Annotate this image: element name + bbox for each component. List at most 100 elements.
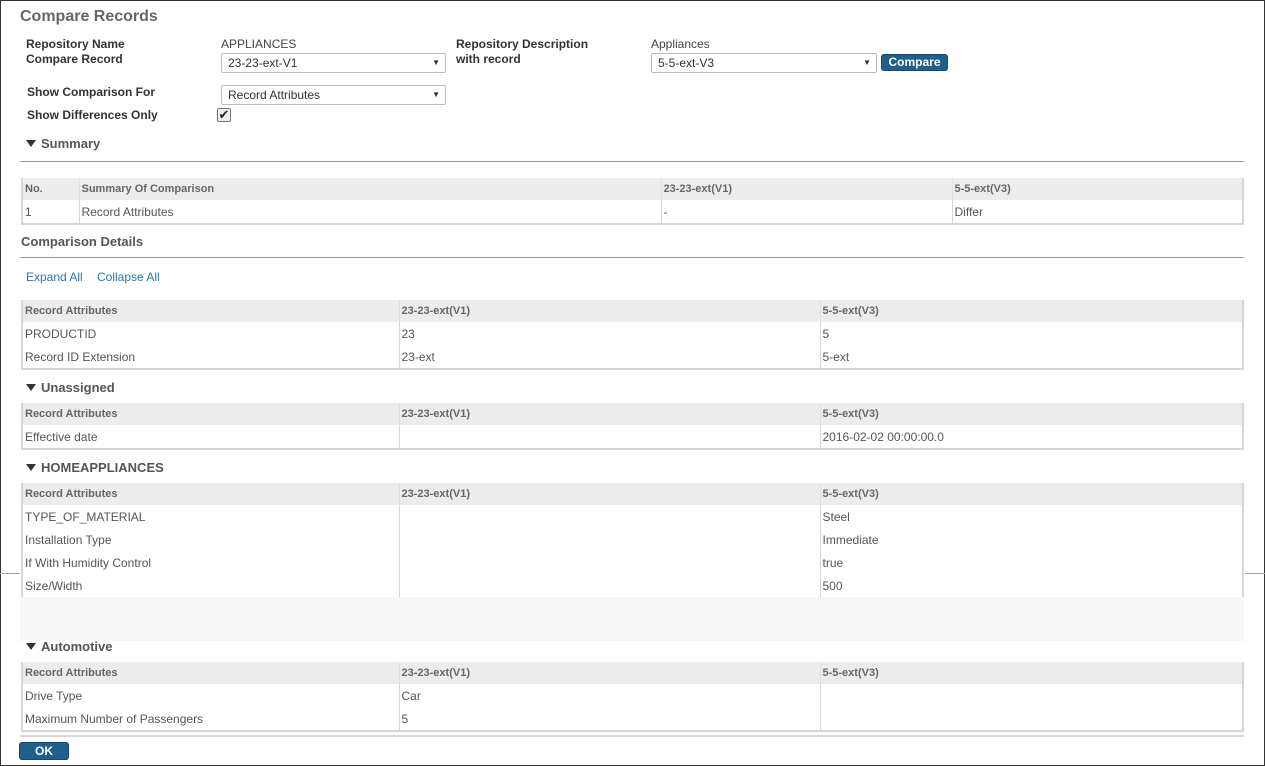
col-record-attributes: Record Attributes bbox=[22, 294, 399, 322]
attr-cell: Record ID Extension bbox=[25, 349, 136, 364]
col-record1: 23-23-ext(V1) bbox=[398, 656, 820, 684]
ok-button[interactable]: OK bbox=[19, 742, 69, 760]
attr-cell: Immediate bbox=[819, 528, 1243, 551]
attr-cell: Effective date bbox=[25, 429, 98, 444]
unassigned-heading: Unassigned bbox=[41, 380, 115, 395]
summary-table: No. Summary Of Comparison 23-23-ext(V1) … bbox=[21, 172, 1244, 225]
unassigned-table: Record Attributes 23-23-ext(V1) 5-5-ext(… bbox=[21, 397, 1244, 450]
attr-cell bbox=[398, 528, 820, 551]
attr-cell: 5 bbox=[819, 322, 1243, 345]
repository-name-label: Repository Name bbox=[26, 37, 125, 51]
attr-cell: true bbox=[819, 551, 1243, 574]
collapse-triangle-icon bbox=[26, 384, 36, 391]
comparison-details-heading: Comparison Details bbox=[21, 234, 144, 249]
table-row: Drive Type Car bbox=[22, 684, 1243, 707]
unassigned-section-header[interactable]: Unassigned bbox=[26, 380, 115, 395]
table-row: Size/Width 500 bbox=[22, 574, 1243, 598]
attr-cell: 23 bbox=[398, 322, 820, 345]
show-comparison-for-select[interactable]: Record Attributes ▼ bbox=[221, 85, 446, 105]
attr-cell: TYPE_OF_MATERIAL bbox=[25, 509, 146, 524]
attr-cell bbox=[819, 684, 1243, 707]
attr-cell: Size/Width bbox=[25, 578, 83, 593]
summary-cell: - bbox=[660, 200, 952, 224]
compare-button[interactable]: Compare bbox=[881, 54, 948, 71]
page-title: Compare Records bbox=[20, 8, 158, 25]
attr-cell bbox=[398, 551, 820, 574]
repository-description-value: Appliances bbox=[651, 37, 710, 51]
repository-description-label: Repository Description bbox=[456, 37, 589, 51]
attr-cell bbox=[398, 505, 820, 528]
expand-all-link[interactable]: Expand All bbox=[26, 270, 83, 284]
collapse-all-link[interactable]: Collapse All bbox=[97, 270, 160, 284]
collapse-triangle-icon bbox=[26, 643, 36, 650]
show-differences-only-label: Show Differences Only bbox=[27, 108, 158, 122]
attr-cell: If With Humidity Control bbox=[25, 555, 152, 570]
attr-cell bbox=[398, 574, 820, 598]
homeappliances-header-row: Record Attributes 23-23-ext(V1) 5-5-ext(… bbox=[22, 477, 1243, 505]
table-row: Record ID Extension 23-ext 5-ext bbox=[22, 345, 1243, 369]
attr-cell: 500 bbox=[819, 574, 1243, 598]
col-record2: 5-5-ext(V3) bbox=[819, 477, 1243, 505]
automotive-heading: Automotive bbox=[41, 639, 113, 654]
table-row: Maximum Number of Passengers 5 bbox=[22, 707, 1243, 731]
checkmark-icon: ✔ bbox=[218, 107, 230, 122]
col-record-attributes: Record Attributes bbox=[22, 656, 399, 684]
summary-cell: Differ bbox=[951, 200, 1243, 224]
attr-cell: 5-ext bbox=[819, 345, 1243, 369]
summary-heading: Summary bbox=[41, 136, 101, 151]
show-differences-only-checkbox[interactable]: ✔ bbox=[217, 108, 231, 122]
main-attributes-table: Record Attributes 23-23-ext(V1) 5-5-ext(… bbox=[21, 294, 1244, 370]
details-divider bbox=[20, 257, 1244, 258]
chevron-down-icon: ▼ bbox=[863, 58, 871, 67]
pane-separator bbox=[1245, 573, 1265, 574]
attr-cell bbox=[398, 425, 820, 449]
attr-cell: Steel bbox=[819, 505, 1243, 528]
summary-cell: Record Attributes bbox=[78, 200, 661, 224]
table-row: If With Humidity Control true bbox=[22, 551, 1243, 574]
col-record1: 23-23-ext(V1) bbox=[398, 477, 820, 505]
summary-divider bbox=[20, 161, 1244, 162]
with-record-select-value: 5-5-ext-V3 bbox=[658, 56, 715, 70]
col-record1: 23-23-ext(V1) bbox=[398, 397, 820, 425]
attr-cell: Installation Type bbox=[25, 532, 112, 547]
collapse-triangle-icon bbox=[26, 464, 36, 471]
compare-record-select[interactable]: 23-23-ext-V1 ▼ bbox=[221, 53, 446, 73]
automotive-section-header[interactable]: Automotive bbox=[26, 639, 113, 654]
attr-cell: 23-ext bbox=[398, 345, 820, 369]
automotive-table: Record Attributes 23-23-ext(V1) 5-5-ext(… bbox=[21, 656, 1244, 732]
col-record-attributes: Record Attributes bbox=[22, 397, 399, 425]
homeappliances-heading: HOMEAPPLIANCES bbox=[41, 460, 164, 475]
summary-col-record2: 5-5-ext(V3) bbox=[951, 172, 1243, 200]
show-comparison-for-label: Show Comparison For bbox=[27, 85, 156, 99]
scroll-gap-area bbox=[20, 597, 1244, 641]
chevron-down-icon: ▼ bbox=[432, 90, 440, 99]
show-comparison-for-value: Record Attributes bbox=[228, 88, 321, 102]
attr-cell: PRODUCTID bbox=[25, 326, 97, 341]
attr-cell: 2016-02-02 00:00:00.0 bbox=[819, 425, 1243, 449]
attr-cell: Drive Type bbox=[25, 688, 83, 703]
pane-separator bbox=[0, 573, 20, 574]
summary-section-header[interactable]: Summary bbox=[26, 136, 100, 151]
attr-cell: 5 bbox=[398, 707, 820, 731]
col-record2: 5-5-ext(V3) bbox=[819, 294, 1243, 322]
attr-cell: Car bbox=[398, 684, 820, 707]
repository-name-value: APPLIANCES bbox=[221, 37, 297, 51]
unassigned-header-row: Record Attributes 23-23-ext(V1) 5-5-ext(… bbox=[22, 397, 1243, 425]
table-row: Effective date 2016-02-02 00:00:00.0 bbox=[22, 425, 1243, 449]
col-record1: 23-23-ext(V1) bbox=[398, 294, 820, 322]
collapse-triangle-icon bbox=[26, 140, 36, 147]
homeappliances-section-header[interactable]: HOMEAPPLIANCES bbox=[26, 460, 164, 475]
col-record-attributes: Record Attributes bbox=[22, 477, 399, 505]
homeappliances-table: Record Attributes 23-23-ext(V1) 5-5-ext(… bbox=[21, 477, 1244, 599]
attr-cell: Maximum Number of Passengers bbox=[25, 711, 204, 726]
with-record-label: with record bbox=[456, 52, 521, 66]
attr-cell bbox=[819, 707, 1243, 731]
compare-record-select-value: 23-23-ext-V1 bbox=[228, 56, 298, 70]
with-record-select[interactable]: 5-5-ext-V3 ▼ bbox=[651, 53, 877, 73]
summary-cell: 1 bbox=[25, 204, 32, 219]
compare-record-label: Compare Record bbox=[26, 52, 123, 66]
main-header-row: Record Attributes 23-23-ext(V1) 5-5-ext(… bbox=[22, 294, 1243, 322]
table-row: PRODUCTID 23 5 bbox=[22, 322, 1243, 345]
col-record2: 5-5-ext(V3) bbox=[819, 656, 1243, 684]
table-row: TYPE_OF_MATERIAL Steel bbox=[22, 505, 1243, 528]
